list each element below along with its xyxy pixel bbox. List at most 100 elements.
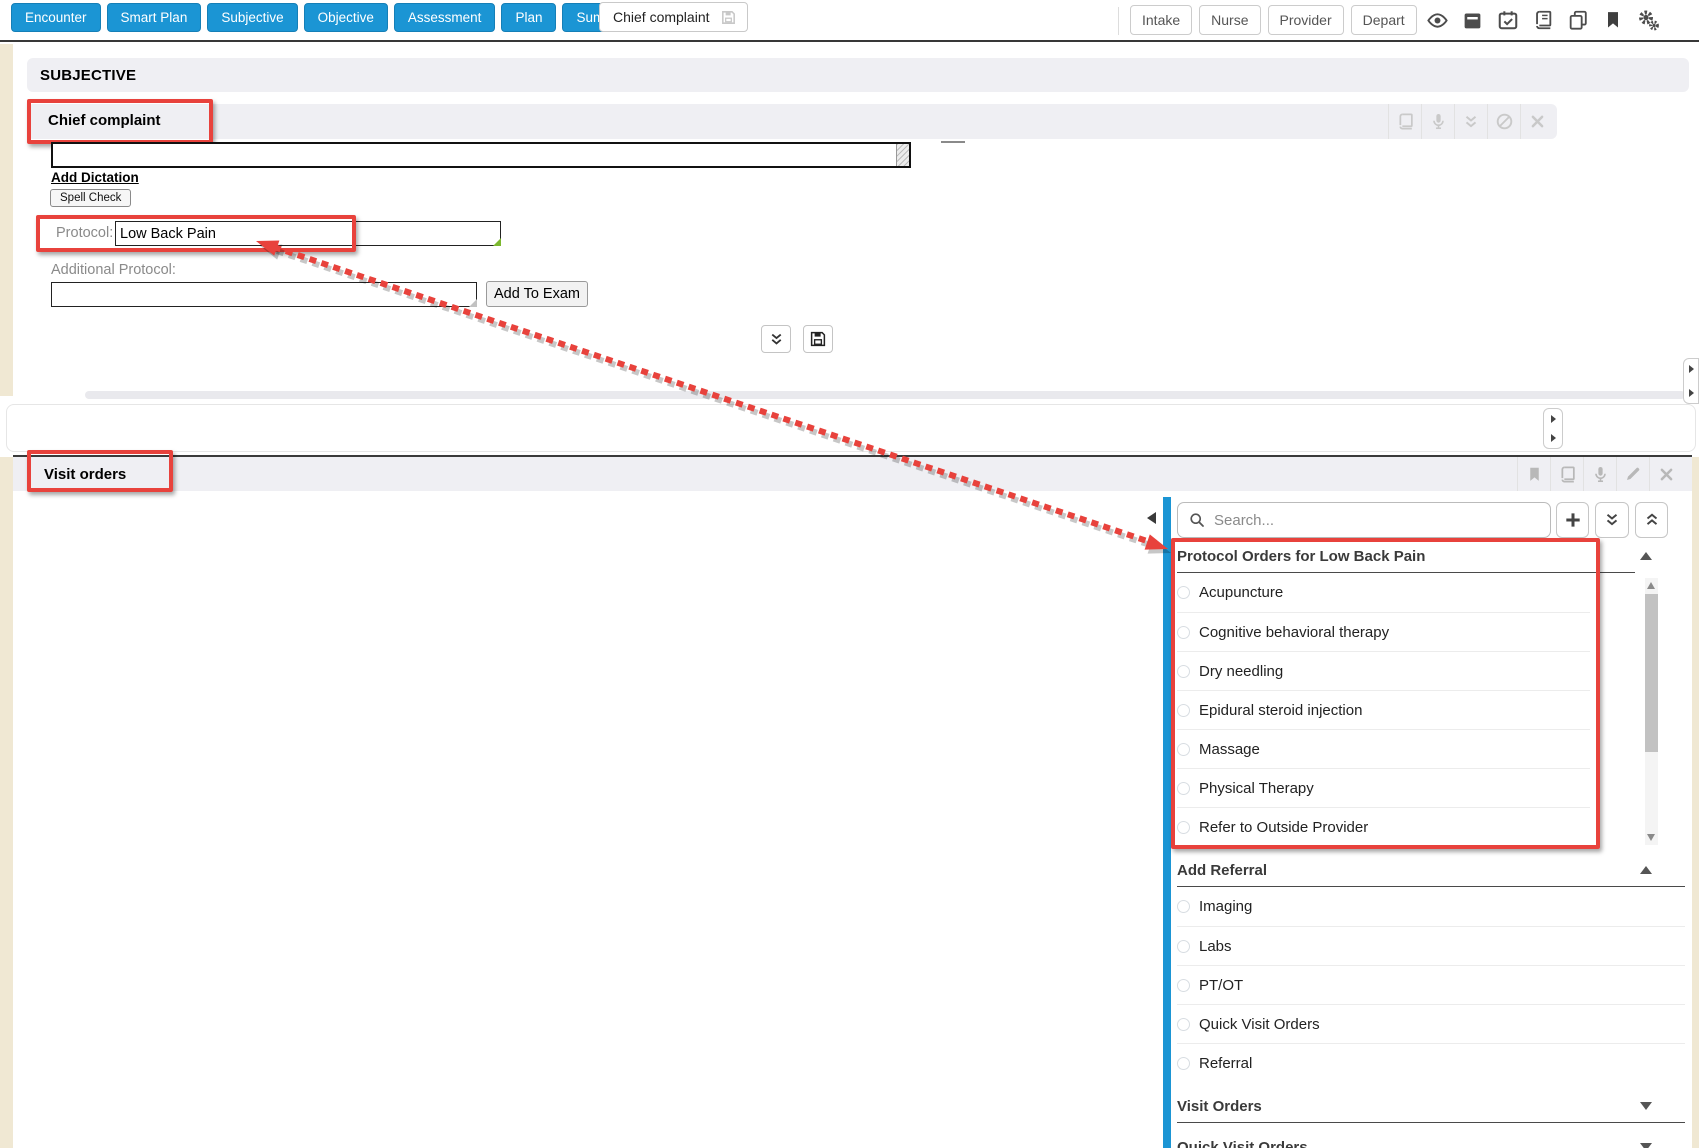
splitter-handle[interactable] bbox=[1543, 408, 1563, 449]
order-item-cognitive-behavioral-therapy[interactable]: Cognitive behavioral therapy bbox=[1177, 612, 1590, 651]
orders-section-header-add-referral[interactable]: Add Referral bbox=[1177, 854, 1685, 887]
left-frame-strip-top bbox=[0, 44, 13, 396]
nav-tab-objective[interactable]: Objective bbox=[304, 3, 388, 32]
orders-section-protocol-orders-for-low-back-pain: Protocol Orders for Low Back PainAcupunc… bbox=[1177, 540, 1685, 854]
sidebar-collapse-arrow[interactable] bbox=[1147, 512, 1156, 524]
close-icon bbox=[1658, 466, 1675, 483]
tab-chief-complaint[interactable]: Chief complaint bbox=[599, 2, 748, 32]
additional-input-resize-corner[interactable] bbox=[469, 299, 477, 307]
book-button[interactable] bbox=[1529, 5, 1557, 35]
order-item-imaging[interactable]: Imaging bbox=[1177, 887, 1685, 926]
expand-more-button[interactable] bbox=[761, 325, 791, 353]
save-button[interactable] bbox=[803, 325, 833, 353]
order-circle-icon bbox=[1177, 704, 1190, 717]
book-button[interactable] bbox=[1550, 457, 1583, 491]
order-item-acupuncture[interactable]: Acupuncture bbox=[1177, 573, 1590, 612]
visit-orders-header: Visit orders bbox=[13, 455, 1692, 491]
scrollbar-thumb[interactable] bbox=[1645, 594, 1658, 752]
order-item-referral[interactable]: Referral bbox=[1177, 1043, 1685, 1082]
nav-tab-smart-plan[interactable]: Smart Plan bbox=[107, 3, 202, 32]
archive-button[interactable] bbox=[1459, 5, 1487, 35]
protocol-input[interactable] bbox=[115, 221, 501, 246]
order-item-massage[interactable]: Massage bbox=[1177, 729, 1590, 768]
chief-complaint-header: Chief complaint bbox=[27, 104, 1557, 139]
nav-tab-subjective[interactable]: Subjective bbox=[207, 3, 297, 32]
book-icon bbox=[1558, 465, 1577, 484]
book-button[interactable] bbox=[1388, 104, 1421, 139]
copy-icon bbox=[1567, 9, 1589, 31]
expand-all-button[interactable] bbox=[1595, 502, 1629, 538]
chief-complaint-header-icons bbox=[1388, 104, 1553, 139]
spell-check-button[interactable]: Spell Check bbox=[50, 189, 131, 207]
microphone-icon bbox=[1591, 465, 1610, 484]
button-nurse[interactable]: Nurse bbox=[1199, 5, 1260, 35]
order-item-physical-therapy[interactable]: Physical Therapy bbox=[1177, 768, 1590, 807]
add-to-exam-button[interactable]: Add To Exam bbox=[486, 281, 588, 307]
order-circle-icon bbox=[1177, 782, 1190, 795]
right-edge-splitter-handle[interactable] bbox=[1683, 358, 1699, 404]
order-item-label: Dry needling bbox=[1199, 663, 1283, 680]
bookmark-button[interactable] bbox=[1599, 5, 1627, 35]
edit-button[interactable] bbox=[1616, 457, 1649, 491]
close-section-button[interactable] bbox=[1649, 457, 1682, 491]
horizontal-scrollbar-track[interactable] bbox=[85, 391, 1685, 399]
microphone-button[interactable] bbox=[1421, 104, 1454, 139]
visit-orders-header-icons bbox=[1517, 457, 1682, 491]
order-item-epidural-steroid-injection[interactable]: Epidural steroid injection bbox=[1177, 690, 1590, 729]
splitter-arrow-icon bbox=[1689, 365, 1694, 373]
button-depart[interactable]: Depart bbox=[1351, 5, 1417, 35]
collapse-all-button[interactable] bbox=[1635, 502, 1668, 538]
scroll-down-arrow-icon[interactable] bbox=[1647, 834, 1655, 841]
bookmark-button[interactable] bbox=[1517, 457, 1550, 491]
scroll-up-arrow-icon[interactable] bbox=[1647, 582, 1655, 589]
protocol-label: Protocol: bbox=[56, 225, 113, 241]
protocol-input-resize-corner[interactable] bbox=[493, 238, 501, 246]
double-chevron-down-icon bbox=[1603, 511, 1621, 529]
left-frame-strip-bottom bbox=[0, 457, 13, 1148]
order-item-label: Cognitive behavioral therapy bbox=[1199, 624, 1389, 641]
nav-tab-plan[interactable]: Plan bbox=[501, 3, 556, 32]
settings-gears-icon bbox=[1636, 8, 1660, 32]
orders-section-add-referral: Add Referral Imaging LabsPT/OTQuick Visit … bbox=[1177, 854, 1685, 1090]
chevron-up-icon[interactable] bbox=[1640, 866, 1652, 874]
tab-chief-complaint-label: Chief complaint bbox=[613, 9, 710, 25]
button-provider[interactable]: Provider bbox=[1268, 5, 1344, 35]
orders-section-header-visit-orders[interactable]: Visit Orders bbox=[1177, 1090, 1685, 1123]
order-circle-icon bbox=[1177, 743, 1190, 756]
order-item-refer-to-outside-provider[interactable]: Refer to Outside Provider bbox=[1177, 807, 1590, 846]
settings-button[interactable] bbox=[1634, 5, 1662, 35]
chevron-up-icon[interactable] bbox=[1640, 552, 1652, 560]
button-intake[interactable]: Intake bbox=[1130, 5, 1192, 35]
order-item-dry-needling[interactable]: Dry needling bbox=[1177, 651, 1590, 690]
disable-section-button[interactable] bbox=[1487, 104, 1520, 139]
order-circle-icon bbox=[1177, 626, 1190, 639]
collapse-section-button[interactable] bbox=[1454, 104, 1487, 139]
chief-complaint-input[interactable] bbox=[51, 142, 911, 168]
order-item-label: Imaging bbox=[1199, 898, 1252, 915]
order-item-labs[interactable]: Labs bbox=[1177, 926, 1685, 965]
order-item-label: Massage bbox=[1199, 741, 1260, 758]
copy-button[interactable] bbox=[1564, 5, 1592, 35]
add-dictation-link[interactable]: Add Dictation bbox=[51, 170, 139, 185]
orders-list-scrollbar[interactable] bbox=[1645, 578, 1658, 845]
nav-tab-assessment[interactable]: Assessment bbox=[394, 3, 496, 32]
chevron-down-icon[interactable] bbox=[1640, 1102, 1652, 1110]
orders-section-header-protocol-orders-for-low-back-pain[interactable]: Protocol Orders for Low Back Pain bbox=[1177, 540, 1635, 573]
order-item-pt-ot[interactable]: PT/OT bbox=[1177, 965, 1685, 1004]
microphone-button[interactable] bbox=[1583, 457, 1616, 491]
order-circle-icon bbox=[1177, 1018, 1190, 1031]
input-scroll-handle[interactable] bbox=[896, 144, 909, 166]
order-circle-icon bbox=[1177, 586, 1190, 599]
search-input[interactable] bbox=[1214, 512, 1550, 529]
add-order-button[interactable] bbox=[1556, 502, 1589, 538]
calendar-check-button[interactable] bbox=[1494, 5, 1522, 35]
archive-icon bbox=[1462, 10, 1483, 31]
eye-button[interactable] bbox=[1424, 5, 1452, 35]
nav-tab-encounter[interactable]: Encounter bbox=[11, 3, 101, 32]
order-circle-icon bbox=[1177, 900, 1190, 913]
chevron-down-icon[interactable] bbox=[1640, 1143, 1652, 1148]
order-item-quick-visit-orders[interactable]: Quick Visit Orders bbox=[1177, 1004, 1685, 1043]
close-section-button[interactable] bbox=[1520, 104, 1553, 139]
additional-protocol-input[interactable] bbox=[51, 282, 477, 307]
orders-section-header-quick-visit-orders[interactable]: Quick Visit Orders bbox=[1177, 1131, 1685, 1148]
